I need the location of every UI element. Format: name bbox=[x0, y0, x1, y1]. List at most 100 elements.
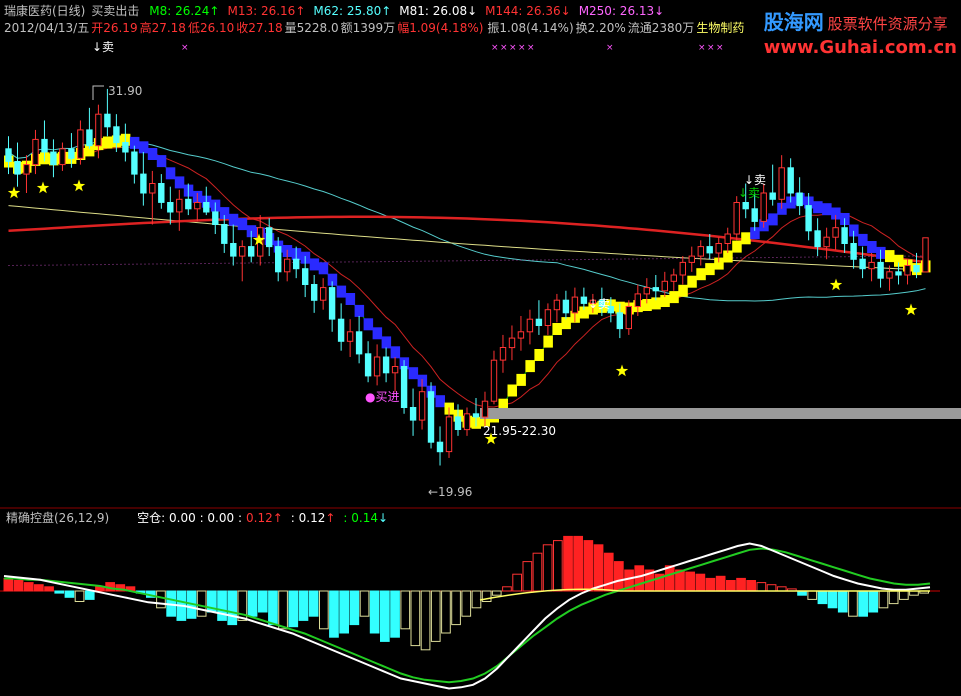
macd-bar-negative bbox=[257, 590, 268, 613]
macd-bar-positive bbox=[34, 584, 44, 592]
ribbon-block bbox=[543, 335, 553, 348]
candle-down bbox=[337, 318, 345, 342]
candle-down bbox=[805, 205, 812, 232]
candle-down bbox=[248, 246, 255, 257]
candle-up bbox=[463, 413, 471, 431]
candle-down bbox=[86, 129, 93, 147]
candle-up bbox=[490, 359, 498, 402]
low-price-label: ←19.96 bbox=[428, 485, 473, 499]
candle-down bbox=[122, 142, 129, 153]
candle-down bbox=[131, 151, 138, 175]
candle-down bbox=[427, 391, 435, 443]
candle-down bbox=[742, 202, 749, 210]
quote-low: 低26.10 bbox=[187, 21, 235, 35]
candle-down bbox=[580, 296, 588, 304]
sell-label: ↓卖 bbox=[738, 186, 761, 200]
candle-down bbox=[113, 126, 120, 144]
support-band bbox=[480, 408, 961, 419]
candle-down bbox=[5, 148, 12, 162]
ribbon-block bbox=[822, 203, 832, 216]
macd-bar-negative bbox=[837, 590, 848, 613]
candle-up bbox=[544, 309, 552, 327]
macd-bar-positive bbox=[13, 580, 24, 592]
macd-bar-negative bbox=[54, 590, 65, 594]
candle-down bbox=[796, 192, 803, 207]
candle-up bbox=[904, 265, 911, 276]
candle-down bbox=[50, 151, 57, 166]
candle-down bbox=[275, 246, 282, 273]
cross-mark: × bbox=[518, 43, 526, 53]
macd-bar-negative bbox=[247, 590, 258, 617]
candle-up bbox=[778, 167, 785, 200]
candle-down bbox=[841, 227, 848, 244]
macd-bar-positive bbox=[3, 577, 14, 592]
macd-bar-negative bbox=[349, 590, 360, 626]
indicator-values-label: 空仓: 0.00 : 0.00 : bbox=[137, 511, 242, 525]
indicator-v3-arrow: ↓ bbox=[378, 511, 389, 525]
candle-up bbox=[284, 258, 291, 273]
ribbon-block bbox=[372, 327, 383, 340]
quote-open: 开26.19 bbox=[91, 21, 138, 35]
ribbon-block bbox=[552, 323, 562, 335]
candle-up bbox=[23, 164, 30, 175]
macd-bar-negative bbox=[288, 590, 299, 628]
candle-up bbox=[697, 246, 704, 257]
candle-down bbox=[913, 265, 920, 273]
ribbon-block bbox=[678, 284, 688, 297]
candle-down bbox=[454, 416, 462, 430]
quote-high: 高27.18 bbox=[139, 21, 186, 35]
stock-chart[interactable]: × × × × × × × × × × bbox=[0, 0, 961, 696]
macd-bar-negative bbox=[817, 590, 828, 605]
ma-value-5: M250: 26.13↓ bbox=[578, 4, 665, 18]
candle-down bbox=[382, 356, 390, 374]
macd-bar-negative bbox=[227, 590, 238, 626]
quote-amplitude: 振1.08(4.14%) bbox=[487, 21, 574, 35]
ribbon-block bbox=[768, 213, 778, 226]
quote-turnover: 换2.20% bbox=[575, 21, 626, 35]
ribbon-block bbox=[435, 395, 445, 408]
ribbon-block bbox=[813, 201, 823, 214]
indicator-v1-arrow: ↑ bbox=[272, 511, 283, 525]
cross-mark: × bbox=[716, 43, 724, 53]
candle-down bbox=[562, 299, 570, 314]
candle-down bbox=[212, 211, 219, 225]
ribbon-block bbox=[741, 232, 751, 245]
candle-up bbox=[59, 148, 66, 166]
ma-value-3: M81: 26.08↓ bbox=[399, 4, 478, 18]
candle-down bbox=[14, 161, 21, 175]
candle-down bbox=[787, 167, 794, 194]
candle-up bbox=[445, 416, 453, 453]
ribbon-block bbox=[732, 240, 742, 253]
candle-up bbox=[823, 236, 830, 248]
buy-label: ●买进 bbox=[365, 390, 400, 404]
macd-bar-negative bbox=[369, 590, 380, 634]
ribbon-block bbox=[309, 258, 320, 271]
candle-up bbox=[418, 391, 426, 421]
watermark-slogan: 股票软件资源分享 bbox=[827, 15, 948, 33]
ma-value-1: M13: 26.16↑ bbox=[227, 4, 306, 18]
candle-up bbox=[571, 296, 579, 314]
cross-mark: × bbox=[491, 43, 499, 53]
candle-up bbox=[868, 261, 875, 270]
candle-up bbox=[95, 113, 102, 147]
macd-bar-negative bbox=[84, 590, 95, 600]
macd-bar-positive bbox=[563, 535, 573, 592]
candle-up bbox=[526, 318, 534, 333]
candle-down bbox=[616, 312, 623, 330]
macd-bar-negative bbox=[390, 590, 400, 638]
cross-mark: × bbox=[707, 43, 715, 53]
candle-up bbox=[760, 192, 767, 222]
ribbon-block bbox=[507, 384, 517, 397]
quote-close: 收27.18 bbox=[236, 21, 283, 35]
macd-bar-negative bbox=[827, 590, 838, 609]
candle-down bbox=[266, 227, 273, 248]
macd-bar-positive bbox=[695, 573, 706, 592]
candle-down bbox=[68, 148, 75, 159]
ribbon-block bbox=[336, 285, 347, 298]
ribbon-block bbox=[345, 293, 356, 305]
indicator-name: 买卖出击 bbox=[91, 4, 140, 18]
macd-bar-negative bbox=[268, 590, 278, 626]
candle-up bbox=[239, 246, 246, 257]
macd-bar-positive bbox=[746, 580, 756, 592]
watermark-brand: 股海网 bbox=[763, 10, 824, 34]
